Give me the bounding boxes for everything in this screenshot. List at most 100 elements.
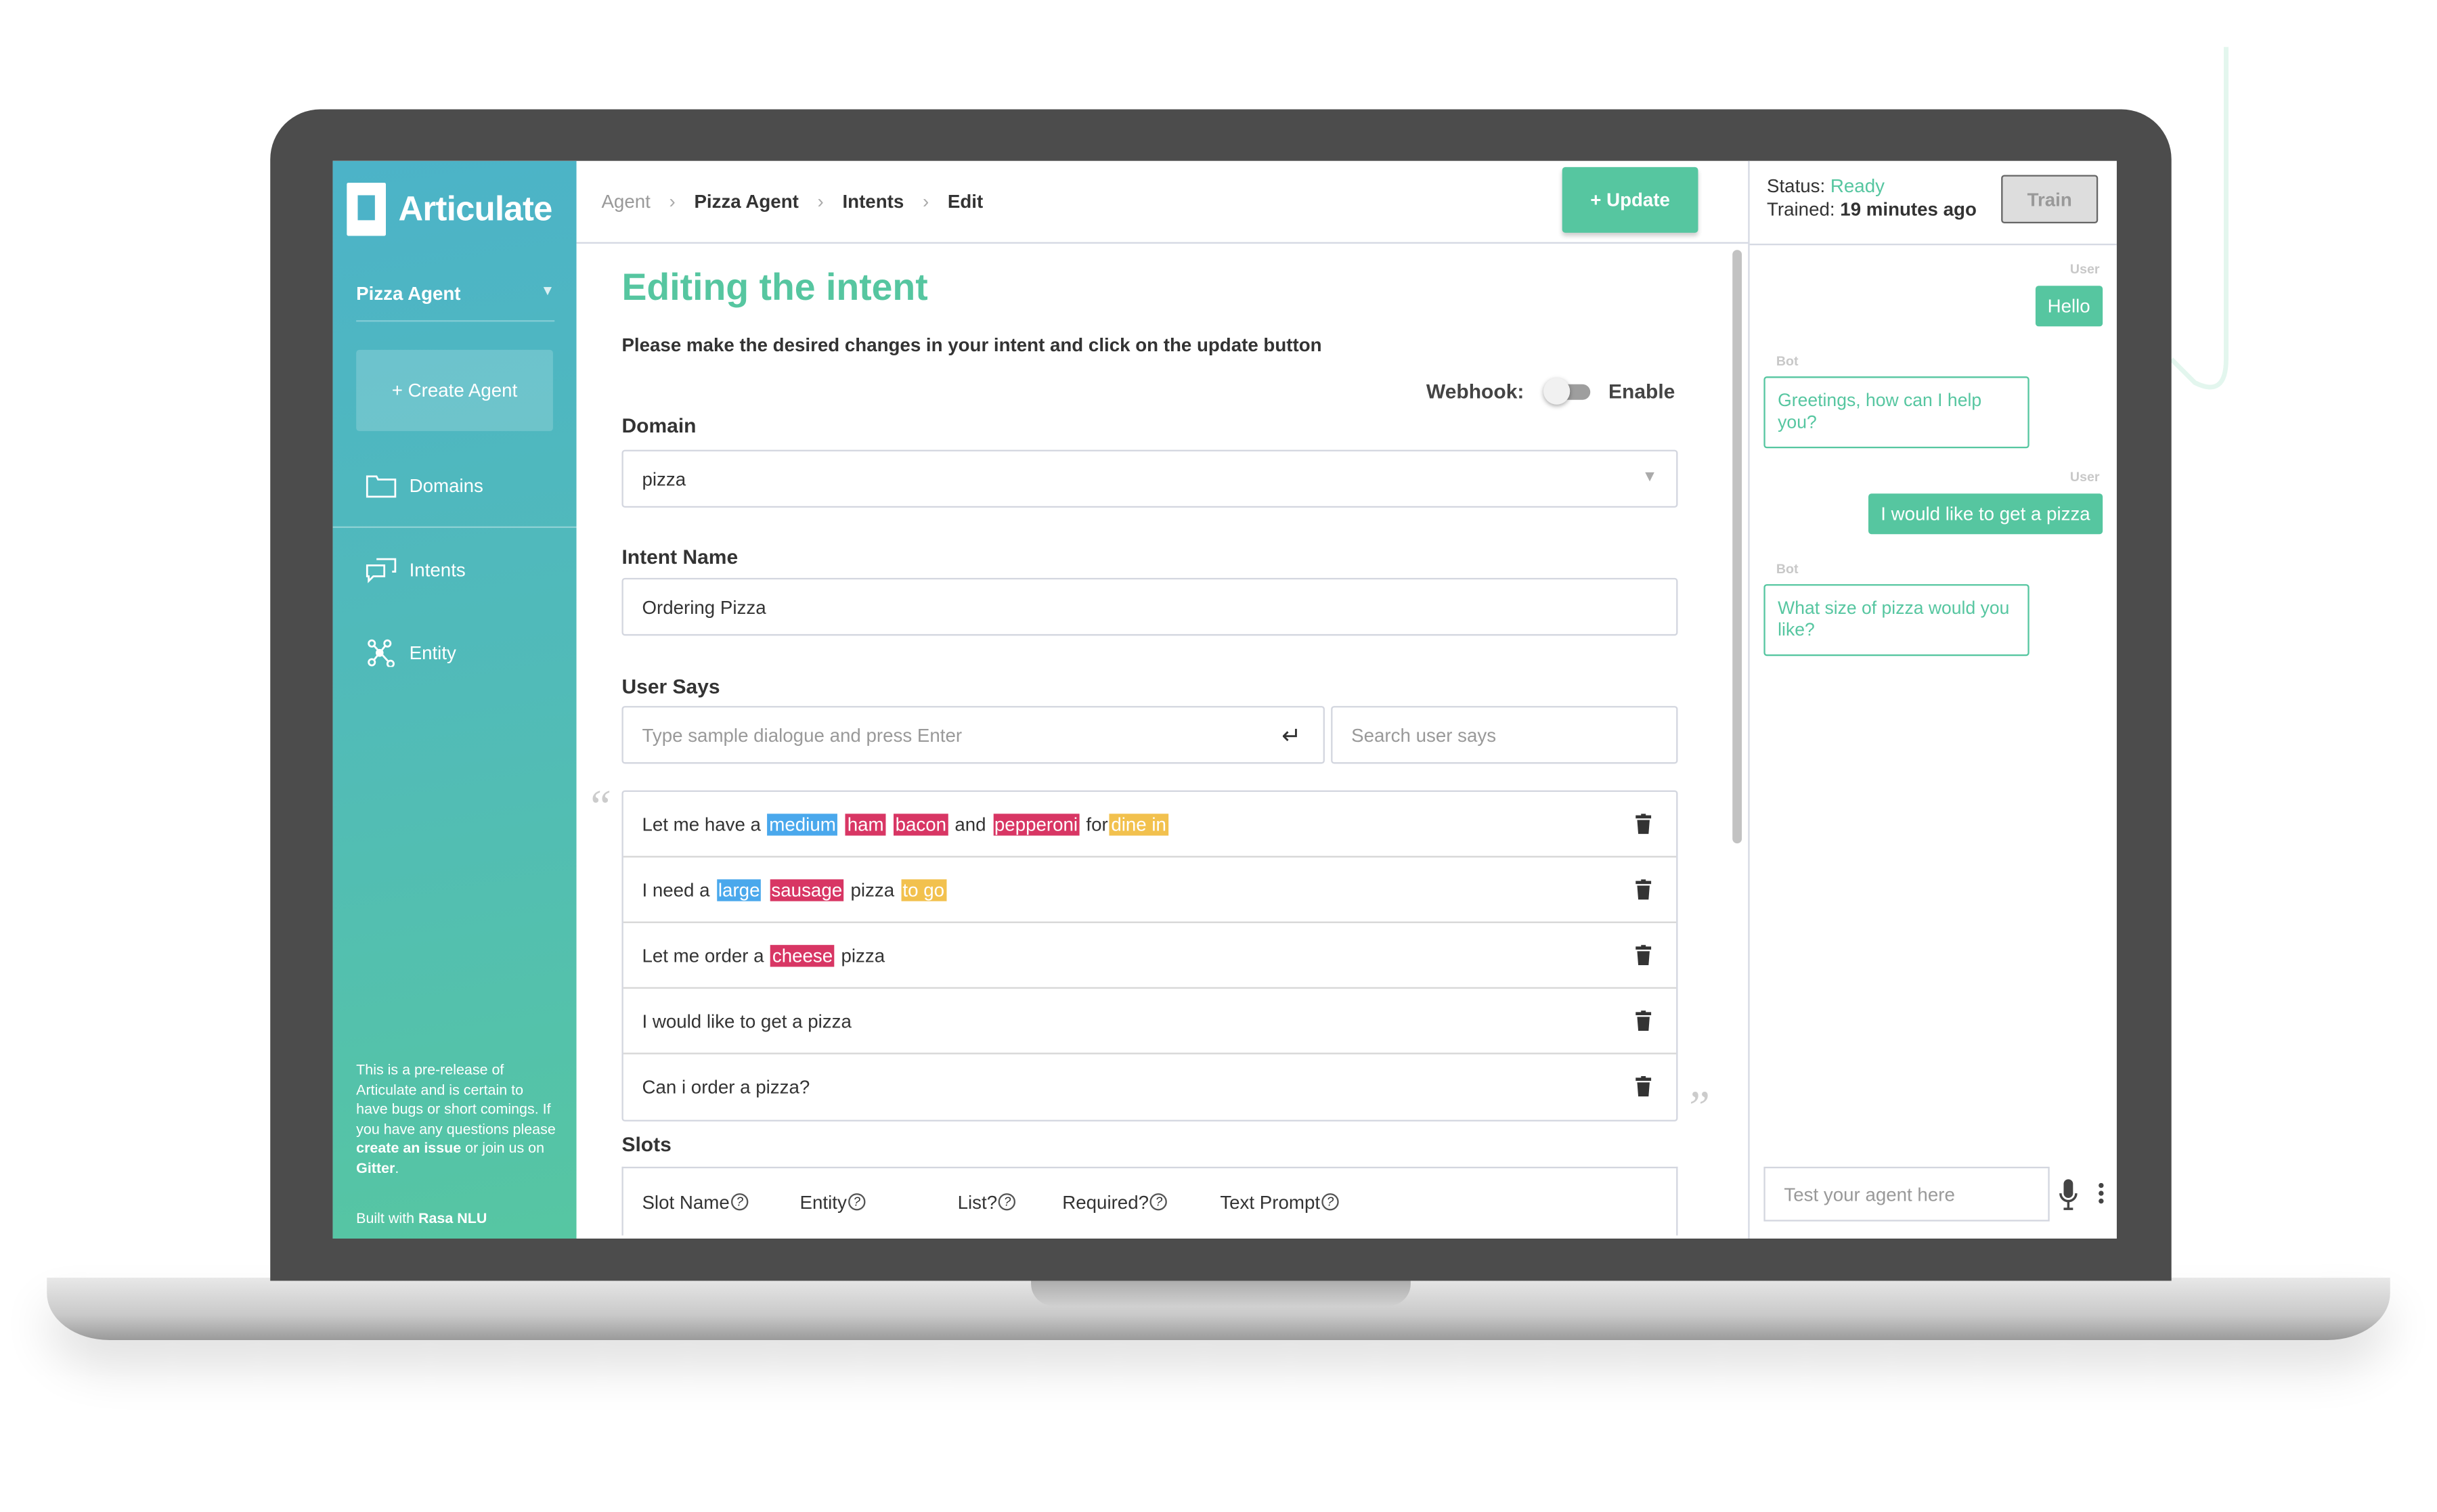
column-label: Entity	[799, 1191, 847, 1213]
trash-icon[interactable]	[1635, 945, 1652, 966]
sidebar-item-label: Entity	[409, 642, 456, 664]
entity-highlight-topping[interactable]: ham	[846, 813, 885, 835]
trash-icon[interactable]	[1635, 1010, 1652, 1031]
microphone-icon[interactable]	[2057, 1178, 2079, 1212]
message-sender: Bot	[1776, 560, 1799, 577]
entity-highlight-order_type[interactable]: dine in	[1110, 813, 1168, 835]
top-bar: Agent › Pizza Agent › Intents › Edit + Upda…	[576, 161, 1749, 244]
update-button[interactable]: + Update	[1562, 166, 1698, 233]
built-with: Built with Rasa NLU	[356, 1210, 487, 1226]
trained-label: Trained:	[1767, 198, 1841, 221]
page-title: Editing the intent	[621, 267, 928, 309]
breadcrumb-agent[interactable]: Agent	[601, 191, 650, 213]
chat-bubbles-icon	[366, 558, 397, 583]
sidebar-item-domains[interactable]: Domains	[333, 445, 577, 527]
enter-return-icon: ↵	[1281, 723, 1302, 750]
example-text	[887, 813, 892, 835]
status-label: Status:	[1767, 175, 1830, 197]
slot-column-header: Text Prompt?	[1220, 1191, 1339, 1213]
entity-highlight-order_type[interactable]: to go	[901, 879, 946, 901]
example-text	[763, 879, 768, 900]
example-text	[839, 813, 844, 835]
help-icon[interactable]: ?	[998, 1193, 1016, 1211]
folder-icon	[366, 475, 397, 498]
logo[interactable]: Articulate	[347, 183, 552, 236]
user-says-row[interactable]: I would like to get a pizza	[623, 989, 1677, 1054]
webhook-toggle[interactable]	[1543, 377, 1590, 404]
help-icon[interactable]: ?	[1150, 1193, 1168, 1211]
help-icon[interactable]: ?	[731, 1193, 749, 1211]
user-says-row[interactable]: Let me order a cheese pizza	[623, 923, 1677, 989]
trash-icon[interactable]	[1635, 814, 1652, 835]
domain-label: Domain	[621, 414, 697, 438]
notice-text: This is a pre-release of Articulate and …	[356, 1062, 556, 1137]
breadcrumb-intents[interactable]: Intents	[842, 191, 904, 213]
gitter-link[interactable]: Gitter	[356, 1161, 395, 1176]
search-placeholder: Search user says	[1351, 724, 1497, 746]
slot-column-header: List??	[958, 1191, 1063, 1213]
trash-icon[interactable]	[1635, 1076, 1652, 1097]
user-says-row[interactable]: Let me have a medium ham bacon and peppe…	[623, 792, 1677, 858]
sidebar-item-intents[interactable]: Intents	[333, 529, 577, 610]
message-sender: User	[2069, 468, 2100, 485]
help-icon[interactable]: ?	[848, 1193, 866, 1211]
intent-name-value: Ordering Pizza	[642, 596, 766, 618]
entity-highlight-size[interactable]: large	[716, 879, 762, 901]
user-says-placeholder: Type sample dialogue and press Enter	[642, 724, 963, 746]
chat-test-input[interactable]: Test your agent here	[1763, 1166, 2050, 1222]
rasa-nlu-link[interactable]: Rasa NLU	[418, 1210, 487, 1226]
entity-highlight-topping[interactable]: sausage	[770, 879, 844, 901]
chevron-right-icon: ›	[669, 190, 676, 213]
open-quote-icon: “	[586, 780, 612, 833]
chat-input-placeholder: Test your agent here	[1784, 1183, 1955, 1205]
app-screen: Articulate Pizza Agent ▼ + Create Agent …	[332, 160, 2117, 1239]
intent-name-input[interactable]: Ordering Pizza	[621, 577, 1678, 636]
bot-message: What size of pizza would you like?	[1763, 584, 2029, 657]
message-sender: Bot	[1776, 353, 1799, 369]
chevron-down-icon: ▼	[1642, 468, 1658, 486]
sidebar-divider	[332, 526, 577, 529]
breadcrumb-pizza-agent[interactable]: Pizza Agent	[694, 191, 798, 213]
search-user-says-input[interactable]: Search user says	[1331, 706, 1678, 764]
status-badge: Ready	[1830, 175, 1885, 197]
more-options-icon[interactable]	[2096, 1181, 2106, 1206]
example-text: Let me order a	[642, 944, 770, 966]
user-says-row[interactable]: Can i order a pizza?	[623, 1054, 1676, 1120]
user-says-row[interactable]: I need a large sausage pizza to go	[623, 858, 1677, 923]
example-text: pizza	[845, 879, 900, 901]
user-says-list: Let me have a medium ham bacon and peppe…	[621, 790, 1678, 1121]
user-says-label: User Says	[621, 674, 720, 698]
trash-icon[interactable]	[1635, 879, 1652, 900]
slot-column-header: Slot Name?	[642, 1191, 799, 1213]
intent-name-label: Intent Name	[621, 545, 739, 569]
example-text: pizza	[835, 944, 885, 966]
entity-highlight-topping[interactable]: bacon	[894, 813, 948, 835]
slots-label: Slots	[621, 1132, 672, 1156]
create-issue-link[interactable]: create an issue	[356, 1140, 461, 1156]
sidebar-item-entity[interactable]: Entity	[333, 613, 577, 694]
slot-column-header: Required??	[1062, 1191, 1220, 1213]
entity-highlight-size[interactable]: medium	[767, 813, 838, 835]
domain-select[interactable]: pizza ▼	[621, 449, 1678, 508]
domain-value: pizza	[642, 468, 686, 490]
chat-header-divider	[1749, 244, 2117, 246]
network-nodes-icon	[368, 639, 395, 667]
sidebar: Articulate Pizza Agent ▼ + Create Agent …	[332, 160, 577, 1239]
scrollbar[interactable]	[1732, 250, 1742, 844]
column-label: Required?	[1062, 1191, 1149, 1213]
bot-message: Greetings, how can I help you?	[1763, 376, 2029, 449]
slots-table-header: Slot Name? Entity? List?? Required?? Tex…	[621, 1166, 1678, 1236]
entity-highlight-topping[interactable]: cheese	[770, 944, 835, 966]
user-says-input[interactable]: Type sample dialogue and press Enter ↵	[621, 706, 1325, 764]
built-with-text: Built with	[356, 1210, 418, 1226]
column-label: Slot Name	[642, 1191, 730, 1213]
chevron-right-icon: ›	[922, 190, 929, 213]
chevron-right-icon: ›	[817, 190, 824, 213]
articulate-logo-icon	[347, 183, 387, 236]
create-agent-button[interactable]: + Create Agent	[356, 349, 553, 431]
train-button[interactable]: Train	[2001, 175, 2099, 224]
close-quote-icon: ”	[1684, 1082, 1711, 1134]
agent-selector[interactable]: Pizza Agent ▼	[356, 283, 555, 322]
entity-highlight-topping[interactable]: pepperoni	[992, 813, 1080, 835]
help-icon[interactable]: ?	[1321, 1193, 1339, 1211]
